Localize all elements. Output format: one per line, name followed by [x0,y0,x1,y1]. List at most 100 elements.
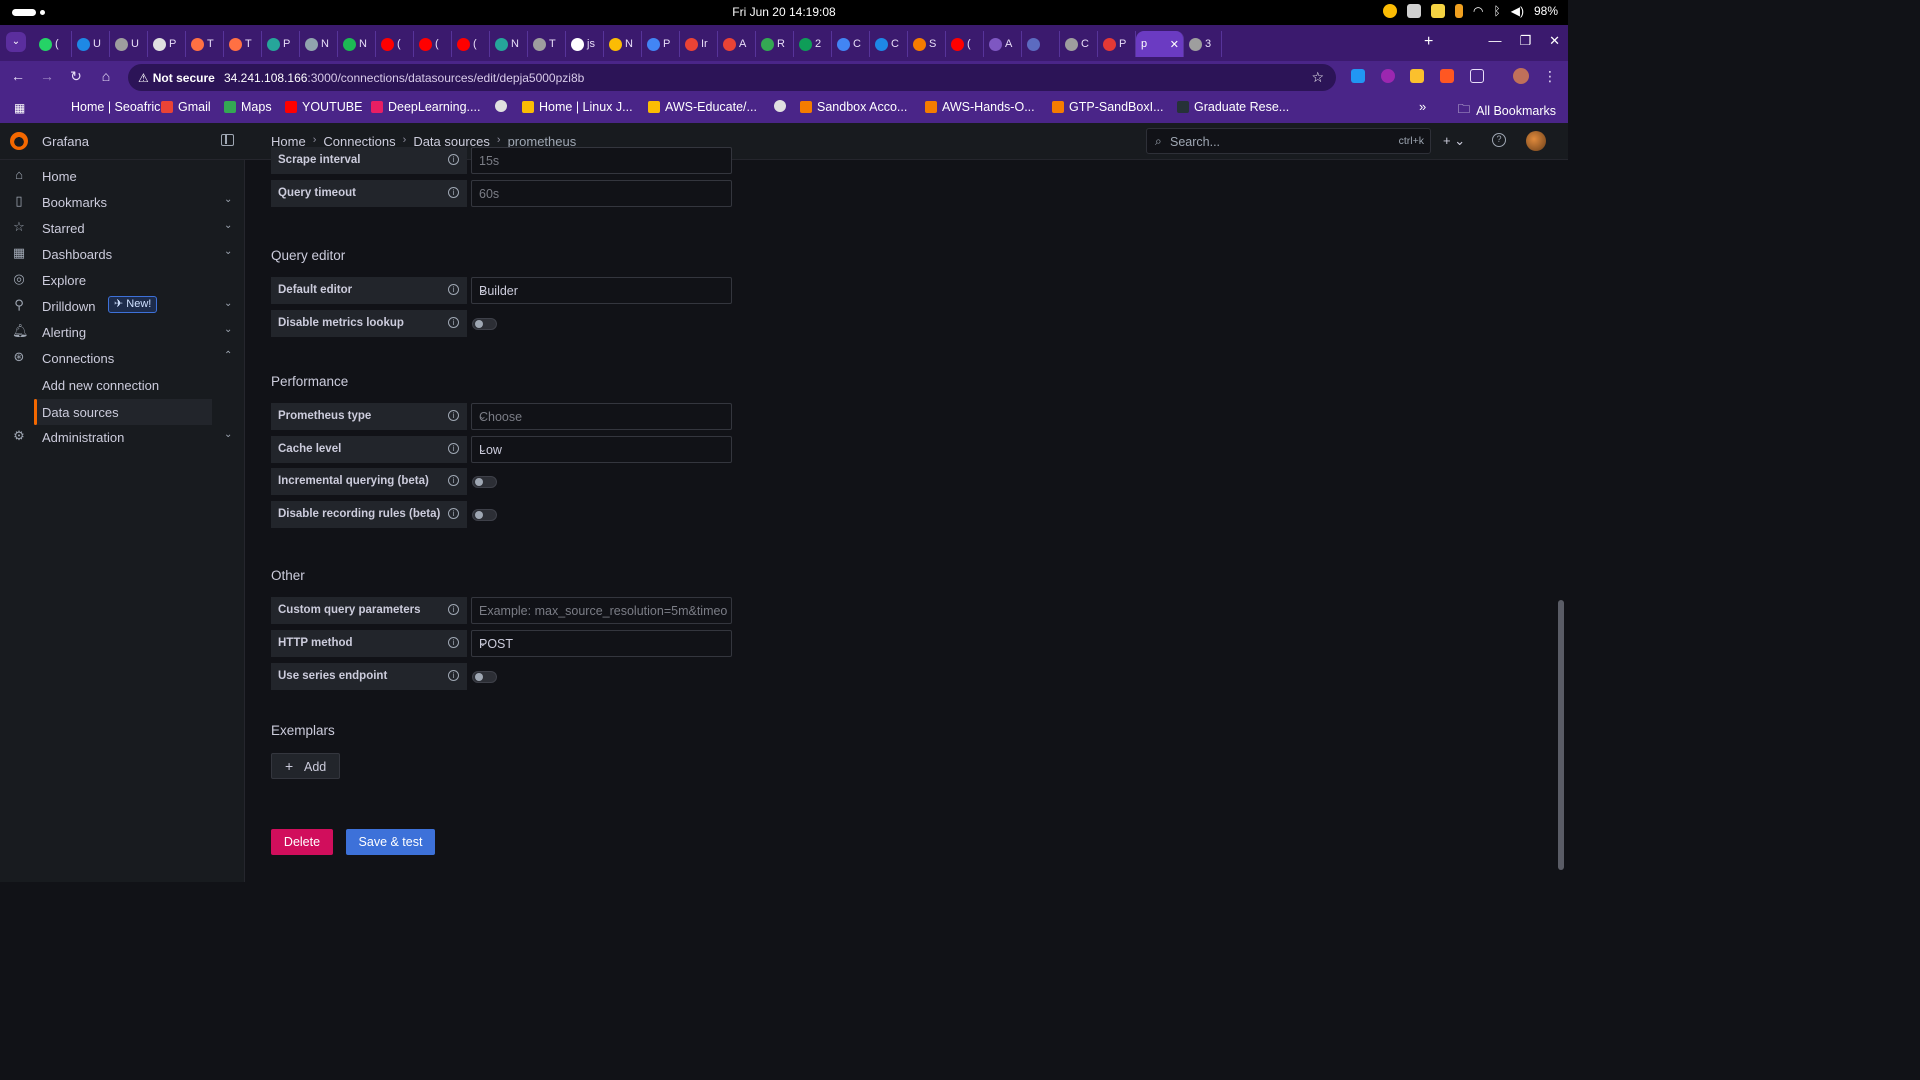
sidebar-item-administration[interactable]: ⚙ Administration ⌄ [0,424,245,450]
browser-tab[interactable]: C [1060,31,1098,57]
apps-grid-icon[interactable]: ▦ [14,101,25,115]
info-icon[interactable]: i [448,443,459,454]
battery-indicator[interactable]: 98% [1534,4,1558,18]
save-and-test-button[interactable]: Save & test [346,829,435,855]
browser-tab[interactable]: ( [946,31,984,57]
notes-tray-icon[interactable] [1431,4,1446,18]
os-clock[interactable]: Fri Jun 20 14:19:08 [0,5,1568,19]
bookmark-item[interactable] [774,100,791,112]
bookmark-item[interactable]: DeepLearning.... [371,100,480,114]
bluetooth-icon[interactable]: ᛒ [1494,4,1501,18]
not-secure-indicator[interactable]: ⚠ Not secure [138,71,215,85]
chevron-up-icon[interactable]: ⌃ [224,350,232,361]
browser-tab[interactable]: A [984,31,1022,57]
user-avatar[interactable] [1526,131,1546,151]
sidebar-item-drilldown[interactable]: ⚲ Drilldown ✈ New! ⌄ [0,293,245,319]
grafana-logo-icon[interactable] [10,132,28,150]
browser-tab[interactable]: ( [414,31,452,57]
close-tab-icon[interactable]: ✕ [1170,38,1179,51]
info-icon[interactable]: i [448,604,459,615]
browser-tab[interactable]: C [832,31,870,57]
browser-tab[interactable]: N [300,31,338,57]
microphone-icon[interactable] [1455,4,1464,18]
browser-tab[interactable]: P [642,31,680,57]
bookmark-item[interactable]: GTP-SandBoxI... [1052,100,1163,114]
disable-recording-rules-toggle[interactable] [472,509,497,521]
bookmark-item[interactable]: Graduate Rese... [1177,100,1289,114]
chevron-down-icon[interactable]: ⌄ [224,429,232,440]
info-icon[interactable]: i [448,284,459,295]
help-icon[interactable]: ? [1492,133,1506,147]
volume-icon[interactable]: ◀) [1511,4,1524,18]
info-icon[interactable]: i [448,410,459,421]
chevron-down-icon[interactable]: ⌄ [224,298,232,309]
add-exemplar-button[interactable]: + Add [271,753,340,779]
browser-tab[interactable]: R [756,31,794,57]
reload-icon[interactable]: ↻ [67,68,85,85]
url-text[interactable]: 34.241.108.166:3000/connections/datasour… [224,71,584,85]
bookmark-star-icon[interactable]: ☆ [1311,69,1324,86]
extension-icon[interactable] [1351,69,1365,83]
browser-tab[interactable]: 3 [1184,31,1222,57]
bookmark-item[interactable]: Home | Linux J... [522,100,633,114]
extension-icon[interactable] [1440,69,1454,83]
info-icon[interactable]: i [448,637,459,648]
sidebar-item-connections[interactable]: ⊛ Connections ⌃ [0,345,245,371]
delete-button[interactable]: Delete [271,829,333,855]
browser-tab[interactable]: T [528,31,566,57]
bookmark-item[interactable]: Sandbox Acco... [800,100,907,114]
chevron-down-icon[interactable]: ⌄ [224,220,232,231]
browser-tab[interactable]: ( [34,31,72,57]
prometheus-type-select[interactable]: Choose ⌄ [471,403,732,430]
browser-tab[interactable]: N [490,31,528,57]
sidebar-item-dashboards[interactable]: ▦ Dashboards ⌄ [0,241,245,267]
chevron-down-icon[interactable]: ⌄ [224,194,232,205]
wifi-icon[interactable]: ◠ [1473,4,1483,18]
chrome-tray-icon[interactable] [1383,4,1398,18]
dock-menu-icon[interactable] [221,134,234,146]
address-bar[interactable]: ⚠ Not secure 34.241.108.166:3000/connect… [128,64,1336,91]
browser-tab[interactable]: ( [452,31,490,57]
more-bookmarks-icon[interactable]: » [1419,99,1426,114]
sidebar-item-home[interactable]: ⌂ Home [0,163,245,189]
info-icon[interactable]: i [448,475,459,486]
browser-tab[interactable]: P [262,31,300,57]
use-series-endpoint-toggle[interactable] [472,671,497,683]
info-icon[interactable]: i [448,317,459,328]
bookmark-item[interactable]: AWS-Educate/... [648,100,757,114]
browser-tab[interactable]: N [604,31,642,57]
all-bookmarks-button[interactable]: 🗀 All Bookmarks [1458,100,1556,121]
browser-tab[interactable]: P [148,31,186,57]
minimize-icon[interactable]: — [1488,33,1501,49]
browser-tab[interactable]: 2 [794,31,832,57]
bookmark-item[interactable]: Maps [224,100,272,114]
browser-menu-icon[interactable]: ⋮ [1541,68,1559,85]
grafana-brand[interactable]: Grafana [42,134,89,149]
home-browser-icon[interactable]: ⌂ [97,68,115,84]
browser-tab[interactable]: N [338,31,376,57]
info-icon[interactable]: i [448,670,459,681]
default-editor-select[interactable]: Builder ⌄ [471,277,732,304]
browser-tab[interactable]: A [718,31,756,57]
browser-tab[interactable]: P [1098,31,1136,57]
info-icon[interactable]: i [448,508,459,519]
info-icon[interactable]: i [448,187,459,198]
new-tab-button[interactable]: + [1424,33,1433,51]
browser-tab[interactable]: Ir [680,31,718,57]
profile-avatar[interactable] [1513,68,1529,84]
browser-tab[interactable]: C [870,31,908,57]
query-timeout-input[interactable]: 60s [471,180,732,207]
sidebar-item-explore[interactable]: ◎ Explore [0,267,245,293]
http-method-select[interactable]: POST ⌄ [471,630,732,657]
bookmark-item[interactable]: Gmail [161,100,211,114]
close-window-icon[interactable]: ✕ [1549,33,1560,49]
tab-search-button[interactable]: ⌄ [6,32,26,52]
bookmark-item[interactable] [495,100,512,112]
incremental-querying-toggle[interactable] [472,476,497,488]
custom-query-parameters-input[interactable]: Example: max_source_resolution=5m&timeou… [471,597,732,624]
chevron-down-icon[interactable]: ⌄ [224,246,232,257]
sidebar-item-add-new-connection[interactable]: Add new connection [34,372,212,398]
browser-tab[interactable]: S [908,31,946,57]
bookmark-item[interactable]: AWS-Hands-O... [925,100,1035,114]
sidebar-item-data-sources[interactable]: Data sources [34,399,212,425]
